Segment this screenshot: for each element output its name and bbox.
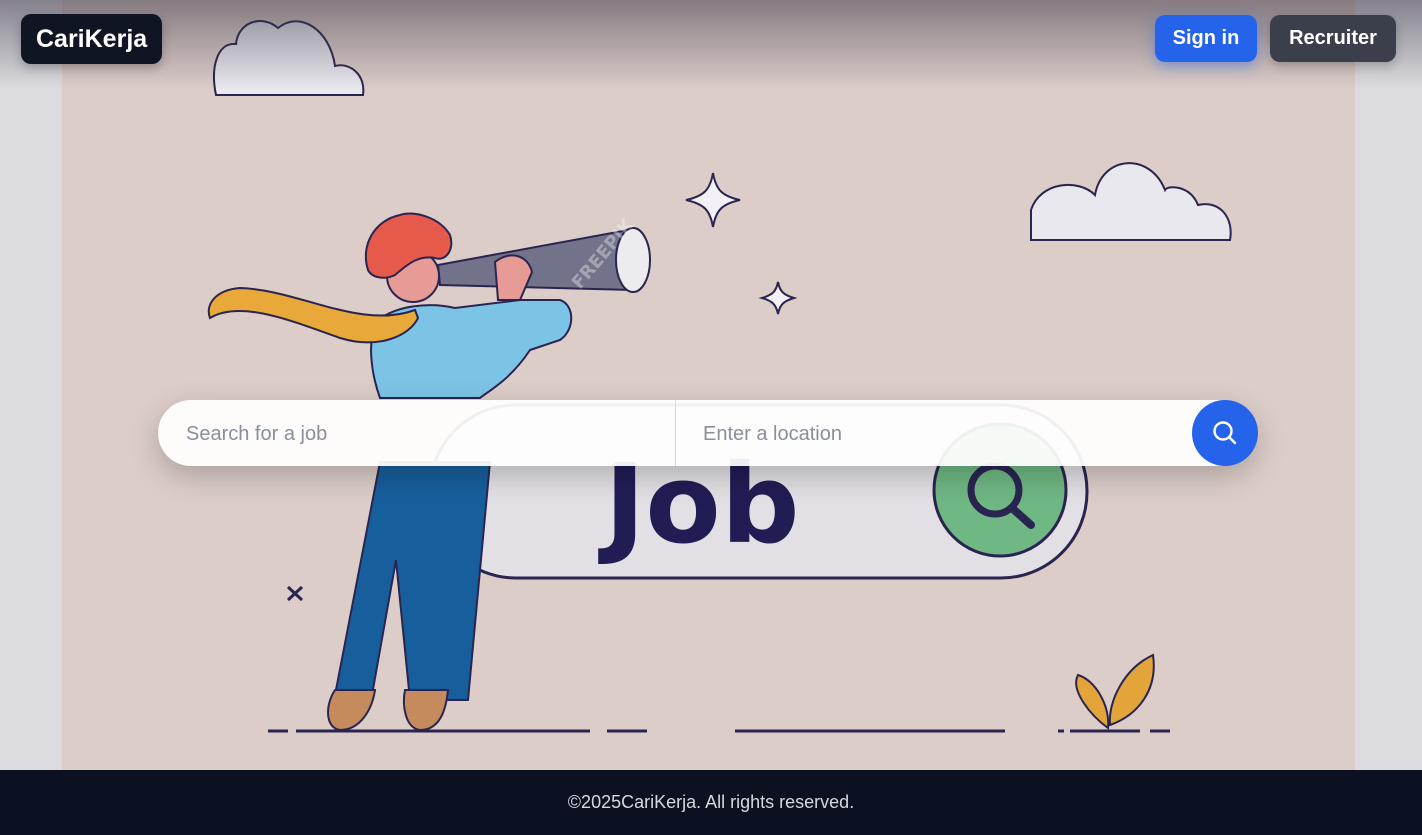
job-search-input[interactable]: [184, 400, 668, 468]
hero-illustration-art: Job FREEPIK: [207, 20, 1232, 733]
site-logo[interactable]: CariKerja: [21, 14, 163, 64]
job-search-bar: [158, 400, 1258, 468]
cross-icon: [286, 585, 304, 602]
sign-in-button[interactable]: Sign in: [1155, 15, 1257, 62]
sparkle-icon: [685, 172, 741, 228]
sparkle-icon: [758, 281, 798, 315]
footer: ©2025CariKerja. All rights reserved.: [0, 770, 1422, 835]
cloud-icon: [213, 20, 365, 96]
search-icon: [1213, 421, 1237, 445]
cloud-icon: [1030, 162, 1232, 241]
copyright-text: ©2025CariKerja. All rights reserved.: [567, 792, 855, 812]
location-input[interactable]: [701, 400, 1185, 468]
search-button[interactable]: [1192, 400, 1258, 466]
plant-icon: [1075, 673, 1110, 730]
search-divider: [675, 400, 676, 466]
hero-illustration: Job FREEPIK: [62, 0, 1355, 770]
recruiter-button[interactable]: Recruiter: [1270, 15, 1396, 62]
